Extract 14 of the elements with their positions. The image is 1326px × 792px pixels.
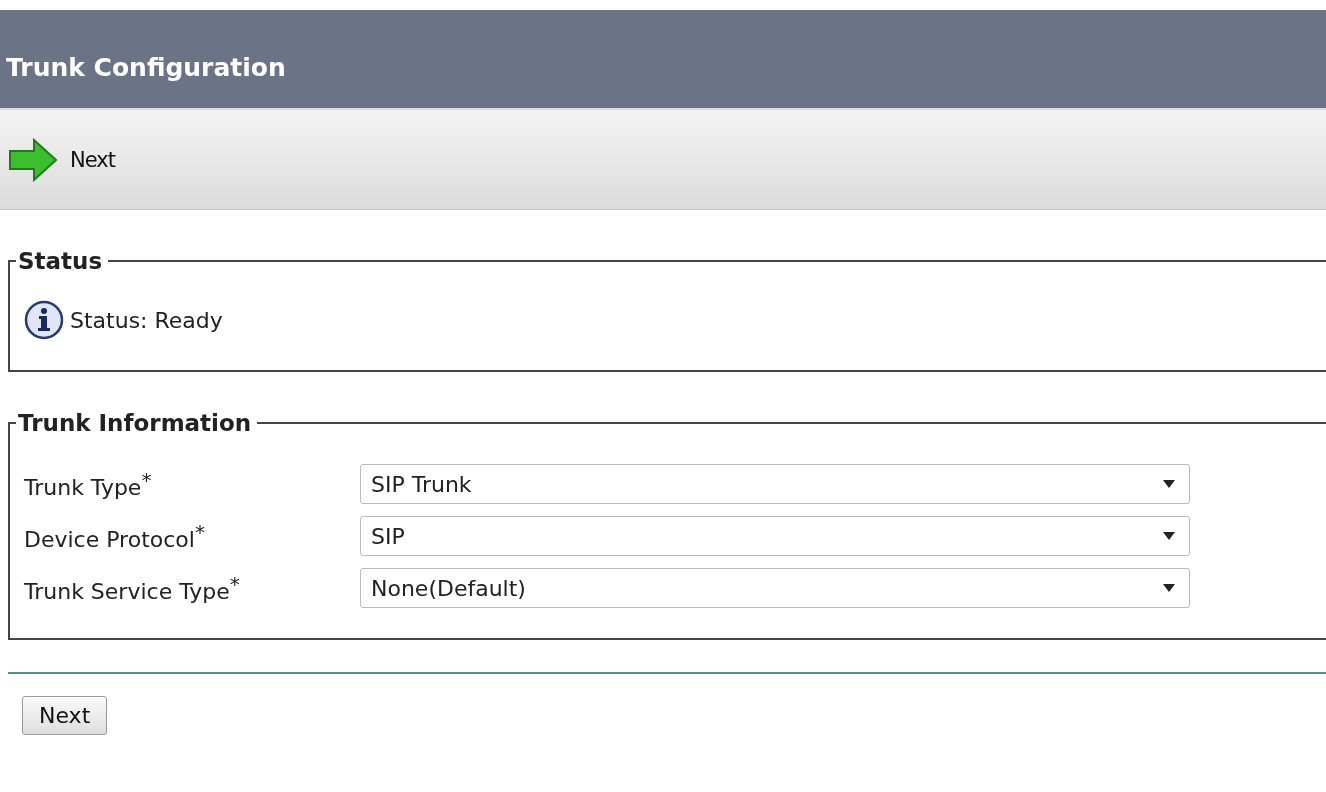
info-icon	[24, 300, 64, 340]
arrow-right-icon	[8, 137, 58, 182]
dropdown-field[interactable]: SIP	[360, 516, 1190, 556]
next-toolbar-button[interactable]: Next	[8, 137, 115, 182]
page-title: Trunk Configuration	[6, 51, 286, 82]
trunk-information-legend: Trunk Information	[16, 410, 258, 436]
dropdown-field[interactable]: SIP Trunk	[360, 464, 1190, 504]
next-button[interactable]: Next	[22, 696, 108, 735]
status-message: Status: Ready	[70, 307, 223, 333]
caret-icon	[1163, 532, 1175, 540]
status-legend: Status	[16, 248, 109, 274]
dropdown-field[interactable]: None(Default)	[360, 568, 1190, 608]
caret-icon	[1163, 480, 1175, 488]
caret-icon	[1163, 584, 1175, 592]
